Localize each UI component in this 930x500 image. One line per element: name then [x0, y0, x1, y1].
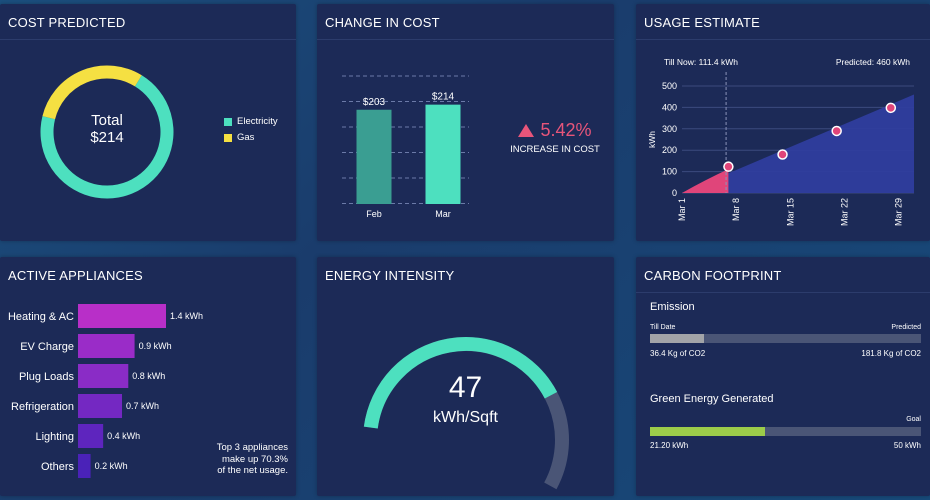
legend-swatch: [224, 133, 232, 142]
appliance-label: Lighting: [35, 431, 74, 443]
data-point-marker: [777, 149, 788, 160]
green-left-value: 21.20 kWh: [650, 441, 689, 450]
appliance-bar: [78, 394, 122, 418]
bar-data-label: $214: [432, 92, 455, 103]
appliance-label: Plug Loads: [19, 371, 75, 383]
y-axis-label: kWh: [647, 131, 657, 148]
bar-mar: [425, 104, 461, 204]
x-tick-label: Mar 15: [785, 198, 795, 226]
y-tick-label: 500: [662, 81, 677, 91]
appliance-value-label: 0.8 kWh: [132, 371, 165, 381]
appliance-label: EV Charge: [20, 341, 74, 353]
note-line: of the net usage.: [217, 465, 288, 476]
gauge-readout: 47 kWh/Sqft: [407, 371, 524, 427]
legend-item-electricity: Electricity: [224, 116, 278, 127]
legend-label: Electricity: [237, 116, 278, 127]
appliance-value-label: 0.4 kWh: [107, 431, 140, 441]
x-tick-label: Mar 29: [894, 198, 904, 226]
x-tick-label: Mar 1: [677, 198, 687, 221]
up-arrow-icon: [518, 124, 535, 137]
usage-estimate-panel: USAGE ESTIMATE Till Now: 111.4 kWh Predi…: [636, 4, 930, 241]
green-progress-fill: [650, 427, 765, 436]
green-right-label: Goal: [906, 416, 921, 423]
bar-category-label: Mar: [435, 209, 451, 219]
appliance-bar: [78, 424, 104, 448]
data-point-marker: [723, 161, 734, 172]
emission-heading: Emission: [650, 301, 695, 313]
change-in-cost-panel: CHANGE IN COST $203 Feb $214 Mar 5.42% INCR…: [317, 4, 614, 241]
appliance-bar: [78, 454, 91, 478]
appliance-value-label: 0.9 kWh: [139, 341, 172, 351]
emission-right-value: 181.8 Kg of CO2: [861, 349, 921, 358]
data-point-marker: [831, 125, 842, 137]
legend-swatch: [224, 117, 232, 126]
usage-area-chart: 0 100 200 300 400 500 kWh Mar 1 Mar 8 Mar 15 Mar 2…: [647, 72, 914, 226]
till-now-area: [682, 169, 729, 193]
y-tick-label: 300: [662, 124, 677, 134]
legend-item-gas: Gas: [224, 132, 278, 143]
gauge-value: 47: [448, 371, 483, 404]
change-caption: INCREASE IN COST: [510, 144, 600, 155]
appliance-value-label: 1.4 kWh: [170, 311, 203, 321]
emission-progress-track: [650, 334, 921, 343]
donut-total-value: $214: [90, 129, 124, 146]
divider: [636, 292, 930, 293]
gauge-unit: kWh/Sqft: [433, 409, 498, 426]
appliance-value-label: 0.2 kWh: [95, 461, 128, 471]
data-point-marker: [885, 102, 897, 114]
appliance-label: Refrigeration: [11, 401, 74, 413]
x-tick-label: Mar 22: [839, 198, 849, 226]
appliance-value-label: 0.7 kWh: [126, 401, 159, 411]
appliance-label: Others: [41, 461, 75, 473]
y-tick-label: 100: [662, 167, 677, 177]
appliance-bar: [78, 304, 166, 328]
y-tick-label: 400: [662, 102, 677, 112]
emission-right-label: Predicted: [891, 324, 921, 331]
appliance-bar: [78, 334, 135, 358]
appliance-label: Heating & AC: [8, 311, 74, 323]
active-appliances-panel: ACTIVE APPLIANCES Heating & AC 1.4 kWh EV …: [0, 257, 296, 496]
legend-label: Gas: [237, 132, 255, 143]
bar-data-label: $203: [363, 97, 386, 108]
bar-feb: [356, 109, 392, 204]
green-progress-track: [650, 427, 921, 436]
bar-category-label: Feb: [366, 209, 382, 219]
emission-progress-fill: [650, 334, 705, 343]
donut-total-label: Total: [91, 112, 123, 129]
note-line: make up 70.3%: [221, 453, 288, 465]
green-heading: Green Energy Generated: [650, 393, 774, 405]
note-line: Top 3 appliances: [216, 442, 288, 453]
appliances-note: Top 3 appliances make up 70.3% of the ne…: [217, 442, 288, 477]
emission-left-label: Till Date: [650, 324, 676, 331]
x-tick-label: Mar 8: [731, 198, 741, 221]
change-summary: 5.42% INCREASE IN COST: [503, 120, 607, 155]
donut-slice-gas: [42, 65, 142, 120]
carbon-footprint-panel: CARBON FOOTPRINT Emission Till Date Pred…: [636, 257, 930, 496]
cost-predicted-panel: COST PREDICTED Total $214 Electricity Ga…: [0, 4, 296, 241]
emission-left-value: 36.4 Kg of CO2: [650, 349, 706, 358]
change-percent: 5.42%: [540, 120, 592, 140]
appliance-bar: [78, 364, 129, 388]
green-right-value: 50 kWh: [893, 441, 921, 450]
y-tick-label: 0: [672, 188, 677, 198]
donut-legend: Electricity Gas: [224, 116, 278, 143]
energy-intensity-panel: ENERGY INTENSITY 47 kWh/Sqft: [317, 257, 614, 496]
y-tick-label: 200: [662, 145, 677, 155]
panel-title: CARBON FOOTPRINT: [644, 268, 782, 283]
